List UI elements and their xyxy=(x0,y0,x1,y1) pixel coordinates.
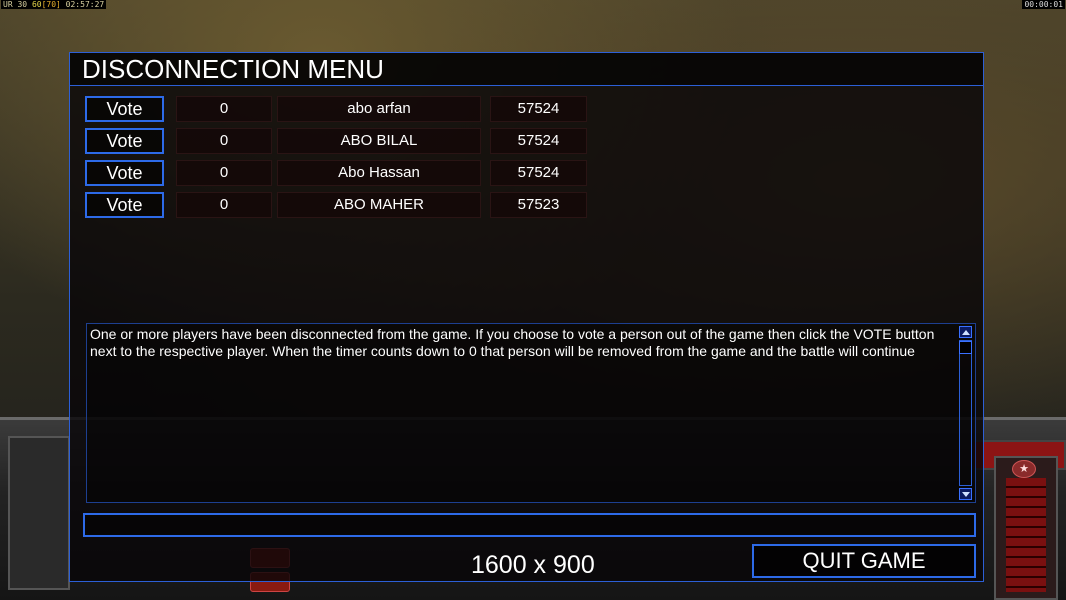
player-name: ABO BILAL xyxy=(277,128,481,154)
fps-readout: UR 30 60[70] 02:57:27 xyxy=(1,0,107,9)
vote-timer: 0 xyxy=(176,192,272,218)
message-scrollbar[interactable] xyxy=(959,326,973,500)
player-ping: 57524 xyxy=(490,96,587,122)
player-name: ABO MAHER xyxy=(277,192,481,218)
power-bar xyxy=(1006,478,1046,592)
rank-star-icon: ★ xyxy=(1012,460,1036,478)
hud-power-meter: ★ xyxy=(994,456,1058,600)
scroll-track[interactable] xyxy=(959,340,972,486)
chat-input[interactable] xyxy=(83,513,976,537)
player-ping: 57524 xyxy=(490,128,587,154)
hud-left-panel xyxy=(8,436,70,590)
fps-label-3: 60 xyxy=(31,0,42,9)
fps-label-1: UR xyxy=(3,0,13,9)
scroll-up-icon[interactable] xyxy=(959,326,972,338)
player-name: Abo Hassan xyxy=(277,160,481,186)
overlay-bar: UR 30 60[70] 02:57:27 00:00:01 xyxy=(0,0,1066,10)
message-text: One or more players have been disconnect… xyxy=(90,326,935,359)
fps-label-4: [70] xyxy=(41,0,61,9)
game-clock: 02:57:27 xyxy=(65,0,105,9)
vote-button[interactable]: Vote xyxy=(85,128,164,154)
player-ping: 57524 xyxy=(490,160,587,186)
menu-title-bar: DISCONNECTION MENU xyxy=(70,53,983,86)
vote-button[interactable]: Vote xyxy=(85,160,164,186)
menu-title: DISCONNECTION MENU xyxy=(82,54,384,84)
vote-timer: 0 xyxy=(176,96,272,122)
message-box[interactable]: One or more players have been disconnect… xyxy=(86,323,976,503)
player-ping: 57523 xyxy=(490,192,587,218)
resolution-label: 1600 x 900 xyxy=(471,551,595,579)
scroll-down-icon[interactable] xyxy=(959,488,972,500)
vote-button[interactable]: Vote xyxy=(85,96,164,122)
player-name: abo arfan xyxy=(277,96,481,122)
quit-game-button[interactable]: QUIT GAME xyxy=(752,544,976,578)
vote-timer: 0 xyxy=(176,160,272,186)
scroll-thumb[interactable] xyxy=(959,341,972,354)
fps-label-2: 30 xyxy=(17,0,28,9)
vote-button[interactable]: Vote xyxy=(85,192,164,218)
session-timer: 00:00:01 xyxy=(1022,0,1065,9)
vote-timer: 0 xyxy=(176,128,272,154)
disconnection-menu: DISCONNECTION MENU Vote 0 abo arfan 5752… xyxy=(69,52,984,582)
